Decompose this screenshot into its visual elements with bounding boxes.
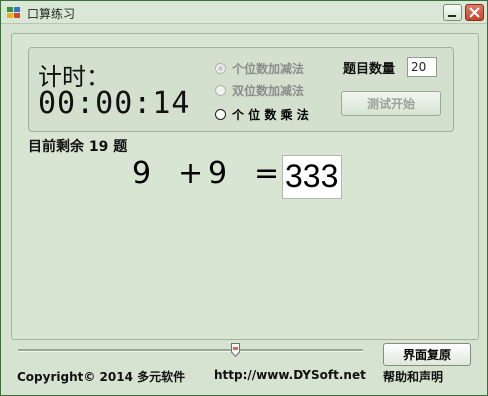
radio-icon — [215, 84, 226, 96]
minimize-icon — [448, 15, 456, 17]
window-title: 口算练习 — [27, 7, 76, 21]
reset-layout-button[interactable]: 界面复原 — [383, 343, 471, 366]
mode-label: 个位数加减法 — [232, 61, 305, 76]
mode-single-digit-multiply[interactable]: 个 位 数 乘 法 — [215, 106, 309, 122]
answer-input[interactable]: 333 — [282, 155, 342, 199]
website-link[interactable]: http://www.DYSoft.net — [214, 368, 366, 382]
slider-thumb-icon[interactable] — [231, 343, 240, 357]
operand-right: 9 — [208, 156, 228, 191]
equals-sign: = — [254, 156, 280, 191]
radio-icon — [215, 108, 226, 120]
operand-left: 9 — [132, 156, 152, 191]
mode-single-digit-add-sub[interactable]: 个位数加减法 — [215, 60, 304, 76]
remaining-count: 目前剩余 19 题 — [28, 139, 128, 155]
app-icon — [7, 7, 20, 18]
start-test-button[interactable]: 测试开始 — [341, 91, 441, 116]
title-bar[interactable]: 口算练习 — [1, 1, 487, 24]
timer-display: 00:00:14 — [38, 86, 191, 121]
radio-icon — [215, 62, 226, 74]
help-link[interactable]: 帮助和声明 — [383, 368, 443, 385]
operator: + — [178, 156, 204, 191]
slider-track — [18, 349, 363, 352]
slider[interactable] — [18, 343, 363, 357]
mode-double-digit-add-sub[interactable]: 双位数加减法 — [215, 82, 304, 98]
minimize-button[interactable] — [443, 4, 462, 21]
copyright-text: Copyright© 2014 多元软件 — [17, 370, 186, 384]
close-icon — [469, 7, 480, 18]
mode-label: 个 位 数 乘 法 — [232, 107, 309, 122]
mode-label: 双位数加减法 — [232, 83, 305, 98]
close-button[interactable] — [465, 4, 484, 21]
question-count-input[interactable] — [407, 57, 437, 77]
question-count-label: 题目数量 — [343, 62, 396, 77]
